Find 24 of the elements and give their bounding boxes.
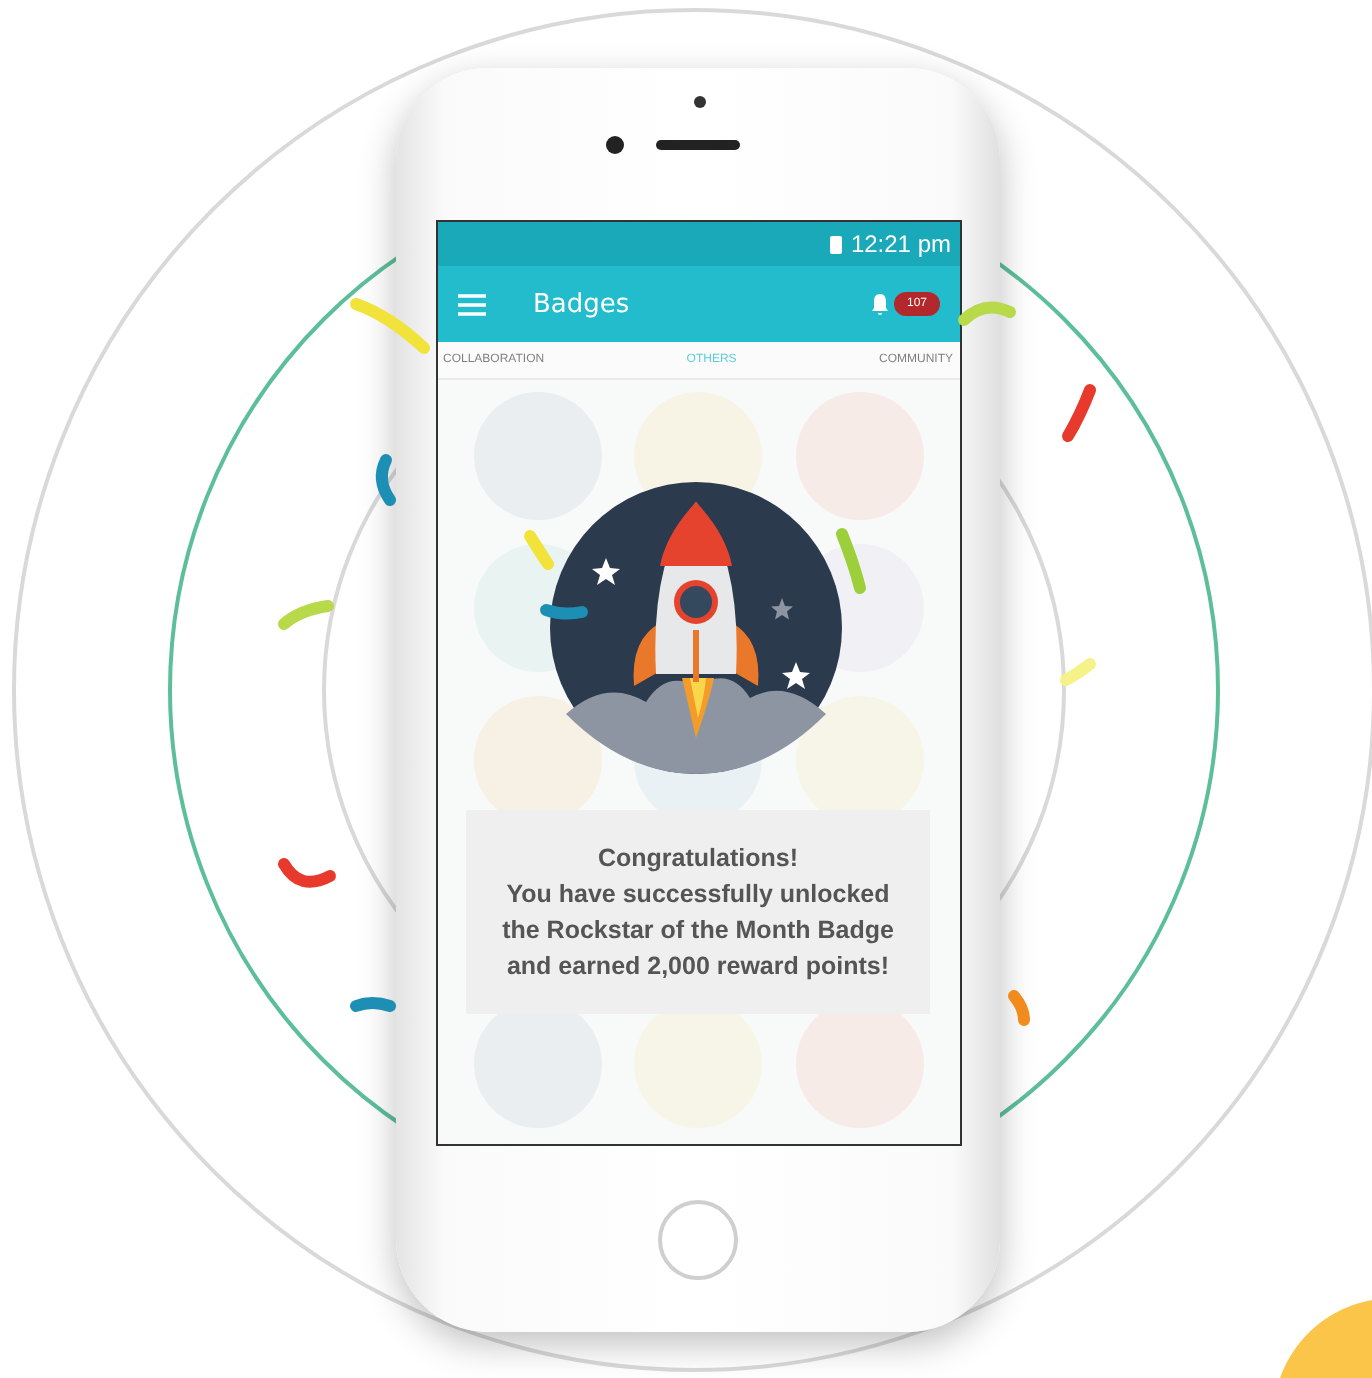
speaker-grille-icon xyxy=(655,140,739,150)
menu-icon[interactable] xyxy=(457,293,485,315)
confetti-strip xyxy=(1060,658,1096,686)
confetti-strip xyxy=(278,600,334,630)
confetti-strip xyxy=(375,454,396,506)
battery-icon xyxy=(830,235,843,253)
confetti-strip xyxy=(836,528,866,594)
status-time: 12:21 pm xyxy=(850,230,951,258)
sensor-dot-icon xyxy=(694,96,706,108)
confetti-strip xyxy=(350,997,396,1012)
rocket-badge-icon xyxy=(546,478,846,778)
confetti-strip xyxy=(1062,384,1096,442)
confetti-strip xyxy=(278,858,336,888)
confetti-strip xyxy=(1008,990,1030,1026)
bell-icon[interactable] xyxy=(870,292,891,316)
confetti-strip xyxy=(540,604,588,620)
corner-circle-drawing xyxy=(1280,1300,1372,1378)
confetti-strip xyxy=(350,298,430,354)
camera-icon xyxy=(605,136,623,154)
confetti-strip xyxy=(524,530,554,570)
app-title: Badges xyxy=(533,289,632,319)
congratulations-message: Congratulations! You have successfully unlocked the Rockstar of the Month Badge and earned 2,000 reward points! xyxy=(466,810,930,1014)
confetti-strip xyxy=(958,301,1016,326)
home-button[interactable] xyxy=(658,1199,738,1279)
